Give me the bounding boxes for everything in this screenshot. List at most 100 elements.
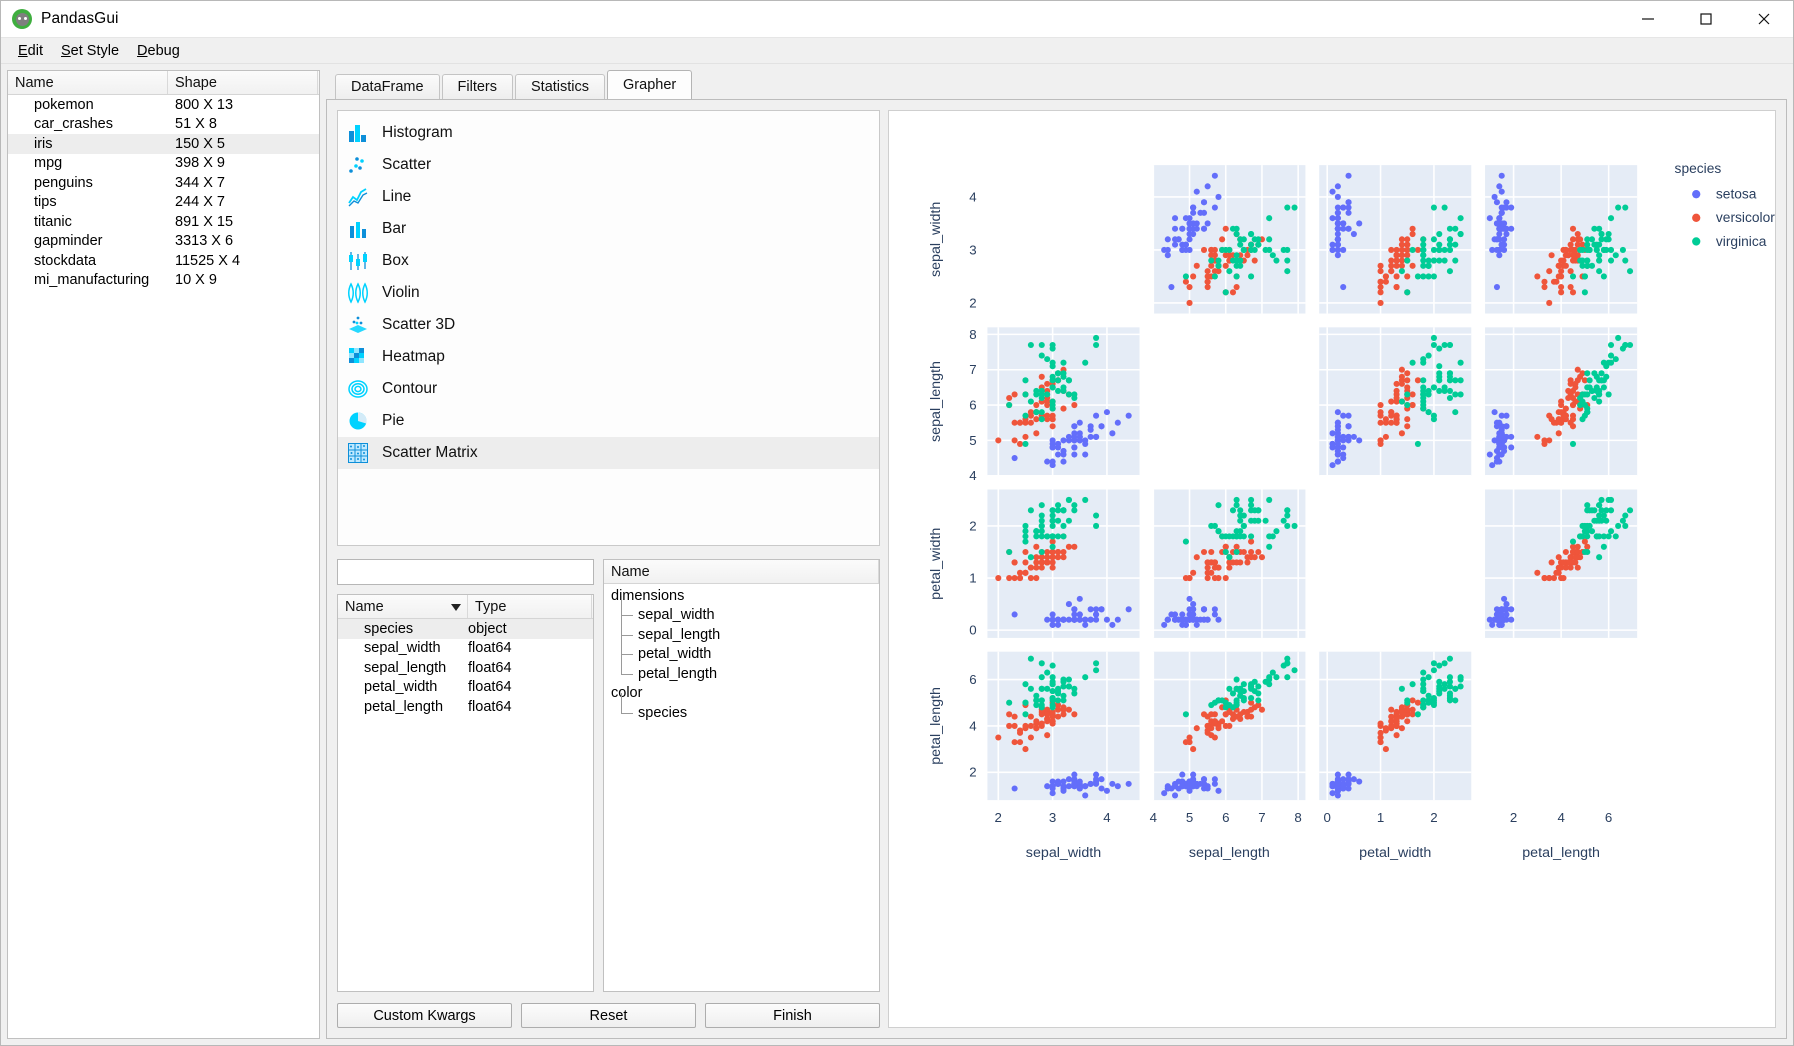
- custom-kwargs-button[interactable]: Custom Kwargs: [337, 1003, 512, 1028]
- data-point: [1334, 771, 1341, 778]
- plot-type-heatmap[interactable]: Heatmap: [338, 341, 879, 373]
- contour-icon: [347, 378, 369, 400]
- menu-item-set-style[interactable]: Set Style: [52, 41, 128, 61]
- column-row[interactable]: sepal_width float64: [338, 639, 593, 659]
- data-point: [1038, 674, 1045, 681]
- data-point: [1441, 246, 1448, 253]
- data-point: [1284, 660, 1291, 667]
- tab-grapher[interactable]: Grapher: [607, 70, 693, 99]
- dataset-row[interactable]: mpg 398 X 9: [8, 154, 319, 174]
- data-point: [1222, 704, 1229, 711]
- data-point: [1200, 225, 1208, 232]
- data-point: [1060, 704, 1067, 711]
- dataset-row[interactable]: tips 244 X 7: [8, 193, 319, 213]
- plot-type-contour[interactable]: Contour: [338, 373, 879, 405]
- dimension-item[interactable]: sepal_length: [604, 615, 879, 645]
- data-point: [1065, 776, 1072, 783]
- data-point: [1055, 616, 1062, 623]
- data-point: [1377, 268, 1384, 275]
- data-point: [1436, 370, 1443, 377]
- data-point: [1033, 725, 1040, 732]
- plot-type-bar[interactable]: Bar: [338, 213, 879, 245]
- minimize-icon[interactable]: [1619, 1, 1677, 37]
- data-point: [1200, 548, 1208, 556]
- column-row-type: float64: [468, 640, 512, 657]
- dataset-row[interactable]: stockdata 11525 X 4: [8, 251, 319, 271]
- dataset-row[interactable]: titanic 891 X 15: [8, 212, 319, 232]
- maximize-icon[interactable]: [1677, 1, 1735, 37]
- dataset-row[interactable]: gapminder 3313 X 6: [8, 232, 319, 252]
- data-point: [1071, 611, 1078, 618]
- x-tick-label: 2: [1510, 810, 1517, 825]
- data-point: [1006, 574, 1013, 582]
- column-row[interactable]: petal_length float64: [338, 697, 593, 717]
- dataset-col-header-shape[interactable]: Shape: [168, 71, 318, 94]
- plot-type-scatter-matrix[interactable]: Scatter Matrix: [338, 437, 879, 469]
- data-point: [1414, 246, 1421, 253]
- tab-dataframe[interactable]: DataFrame: [335, 74, 440, 99]
- dataset-row-shape: 244 X 7: [175, 194, 225, 211]
- data-point: [1182, 215, 1189, 222]
- dataset-col-header-name[interactable]: Name: [8, 71, 168, 94]
- data-point: [1446, 268, 1453, 275]
- menu-item-debug[interactable]: Debug: [128, 41, 189, 61]
- column-col-header-name-label: Name: [345, 598, 384, 615]
- tab-statistics[interactable]: Statistics: [515, 74, 606, 99]
- dataset-row[interactable]: iris 150 X 5: [8, 134, 319, 154]
- data-point: [1409, 262, 1416, 269]
- plot-type-scatter-3d[interactable]: Scatter 3D: [338, 309, 879, 341]
- plot-area[interactable]: 2 3 4 sepal_width 4 5 6 7 8 sepal_length 0 1 2 petal_…: [888, 110, 1776, 1028]
- dimension-item[interactable]: sepal_width: [604, 595, 879, 626]
- plot-type-box[interactable]: Box: [338, 245, 879, 277]
- dimension-item[interactable]: petal_length: [604, 654, 879, 684]
- dimension-group-dimensions[interactable]: dimensions: [604, 586, 879, 606]
- menu-item-edit[interactable]: Edit: [9, 41, 52, 61]
- data-point: [1219, 246, 1226, 253]
- data-point: [1022, 711, 1029, 718]
- data-point: [1237, 507, 1244, 514]
- data-point: [1340, 204, 1347, 211]
- data-point: [1266, 236, 1273, 243]
- plot-type-violin[interactable]: Violin: [338, 277, 879, 309]
- dataset-row-shape: 344 X 7: [175, 174, 225, 191]
- dimension-item[interactable]: petal_width: [604, 634, 879, 665]
- plot-type-histogram[interactable]: Histogram: [338, 117, 879, 149]
- dataset-row[interactable]: car_crashes 51 X 8: [8, 115, 319, 135]
- data-point: [995, 734, 1002, 741]
- data-point: [1596, 554, 1603, 561]
- data-point: [1093, 667, 1100, 674]
- dataset-row[interactable]: pokemon 800 X 13: [8, 95, 319, 115]
- dimension-item[interactable]: species: [604, 693, 879, 723]
- data-point: [1607, 246, 1615, 253]
- column-row[interactable]: petal_width float64: [338, 678, 593, 698]
- dataset-row[interactable]: penguins 344 X 7: [8, 173, 319, 193]
- data-point: [1558, 268, 1565, 275]
- dimension-group-color[interactable]: color: [604, 684, 879, 704]
- data-point: [1109, 430, 1116, 437]
- column-col-header-name[interactable]: Name: [338, 595, 468, 618]
- dimension-col-header-name[interactable]: Name: [604, 560, 879, 583]
- data-point: [1038, 564, 1045, 571]
- tab-filters[interactable]: Filters: [441, 74, 514, 99]
- data-point: [1340, 412, 1347, 419]
- column-col-header-type[interactable]: Type: [468, 595, 592, 618]
- plot-type-pie[interactable]: Pie: [338, 405, 879, 437]
- y-tick-label: 4: [969, 189, 976, 204]
- column-row[interactable]: species object: [338, 619, 593, 639]
- dataset-row[interactable]: mi_manufacturing 10 X 9: [8, 271, 319, 291]
- search-input[interactable]: [337, 559, 594, 585]
- plot-type-line[interactable]: Line: [338, 181, 879, 213]
- data-point: [1049, 384, 1056, 391]
- data-point: [1591, 394, 1598, 402]
- data-point: [1071, 771, 1078, 778]
- plot-type-label: Contour: [382, 380, 438, 397]
- reset-button[interactable]: Reset: [521, 1003, 696, 1028]
- plot-type-list[interactable]: Histogram Scatter Line Bar Box Violin Scatter …: [337, 110, 880, 546]
- data-point: [995, 437, 1002, 444]
- finish-button[interactable]: Finish: [705, 1003, 880, 1028]
- close-icon[interactable]: [1735, 1, 1793, 37]
- plot-type-scatter[interactable]: Scatter: [338, 149, 879, 181]
- column-row[interactable]: sepal_length float64: [338, 658, 593, 678]
- data-point: [1409, 697, 1416, 704]
- data-point: [1211, 611, 1218, 618]
